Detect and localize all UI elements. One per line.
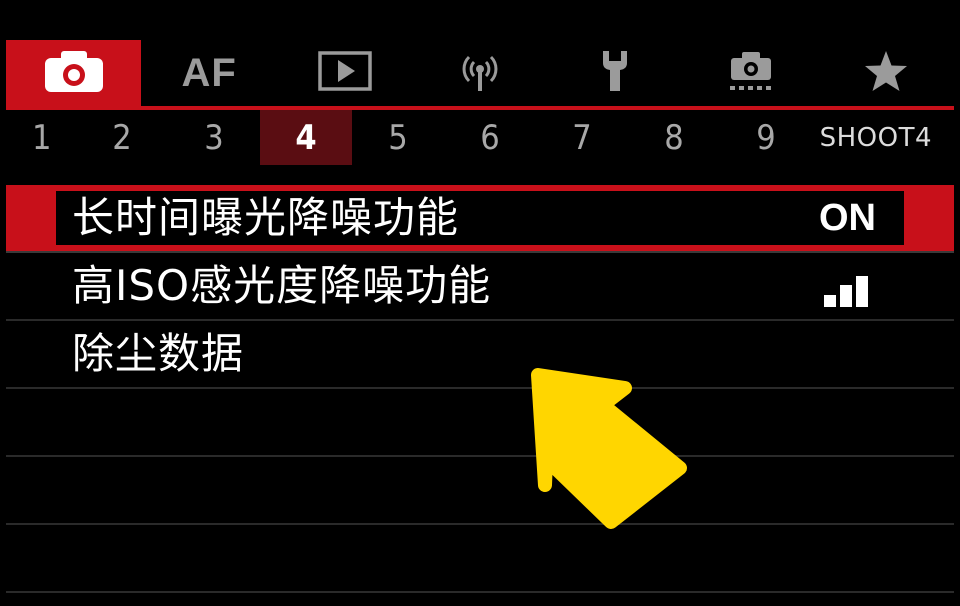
annotation-arrow-icon [531,368,687,529]
